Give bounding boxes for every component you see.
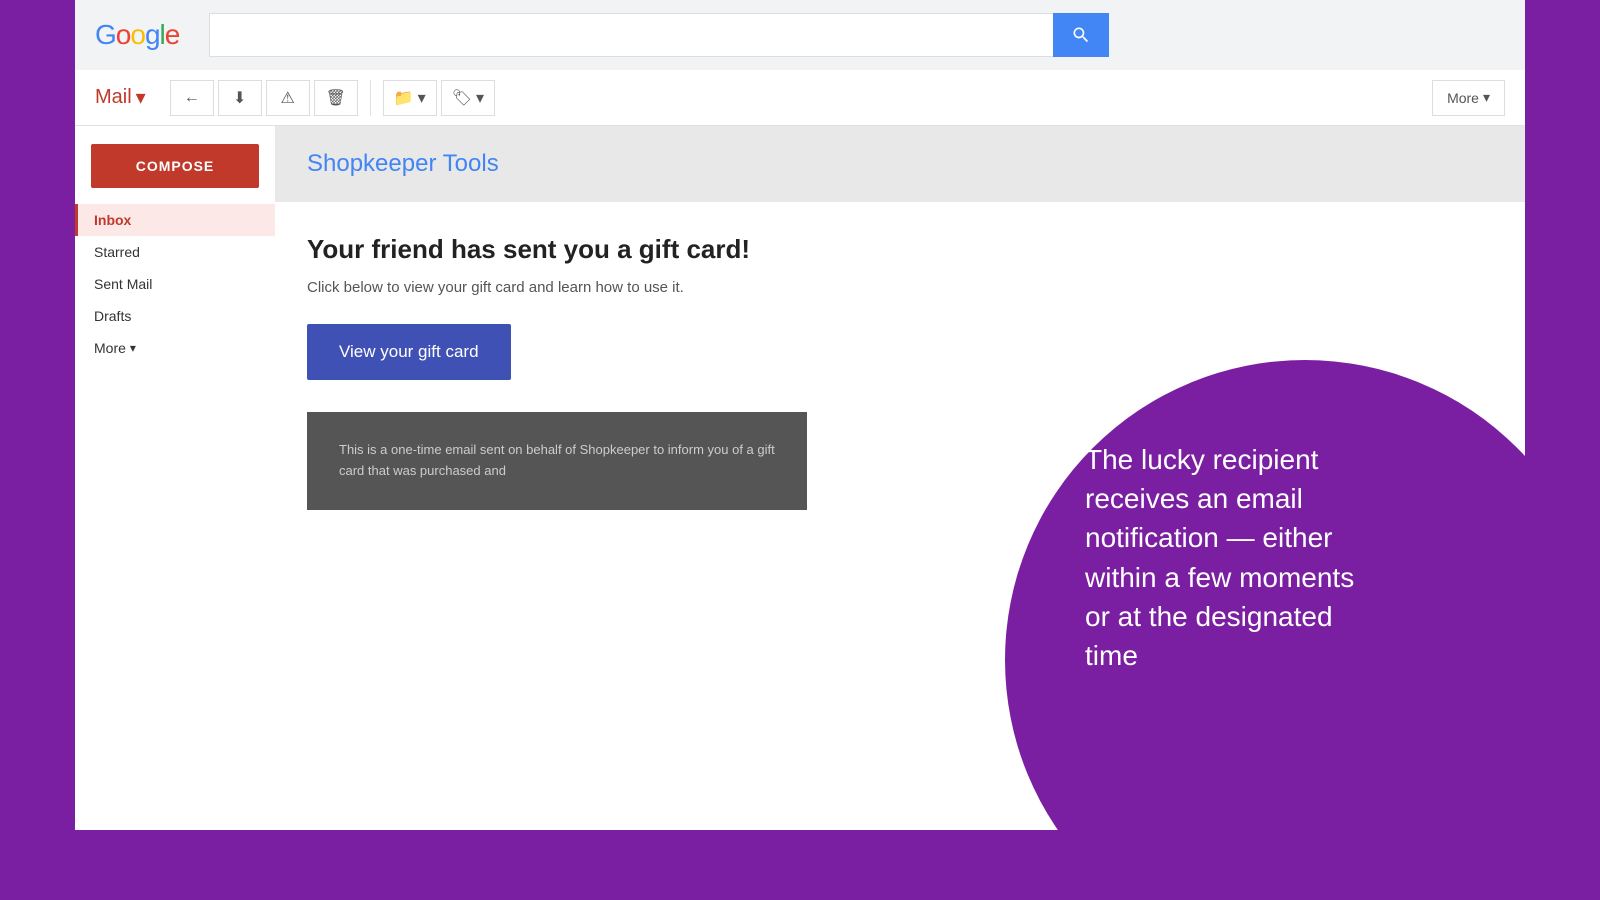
reply-button[interactable]: ← <box>170 80 214 116</box>
logo-g: G <box>95 19 116 51</box>
overlay-text: The lucky recipient receives an email no… <box>1085 440 1365 675</box>
email-sender: Shopkeeper Tools <box>307 150 1493 178</box>
mail-dropdown-icon: ▾ <box>136 85 146 110</box>
logo-o1: o <box>116 19 131 51</box>
label-button[interactable]: 🏷 ▾ <box>441 80 495 116</box>
sidebar-item-sent[interactable]: Sent Mail <box>75 268 275 300</box>
sidebar-item-inbox[interactable]: Inbox <box>75 204 275 236</box>
gmail-frame: Google Mail ▾ ← ⬇ ⚠ 🗑 <box>75 0 1525 830</box>
folder-icon: 📁 <box>394 88 414 108</box>
sidebar-item-starred[interactable]: Starred <box>75 236 275 268</box>
toolbar-divider <box>370 80 371 116</box>
mail-text: Mail <box>95 86 132 109</box>
spam-icon: ⚠ <box>281 88 295 108</box>
purple-bottom-strip <box>0 830 1600 900</box>
more-nav-arrow: ▾ <box>130 341 136 355</box>
mail-label[interactable]: Mail ▾ <box>95 85 146 110</box>
inbox-label: Inbox <box>94 212 131 228</box>
email-header-bar: Shopkeeper Tools <box>275 126 1525 202</box>
search-icon <box>1071 25 1091 45</box>
archive-button[interactable]: ⬇ <box>218 80 262 116</box>
search-input[interactable] <box>209 13 1053 57</box>
logo-g2: g <box>145 19 160 51</box>
folder-dropdown-icon: ▾ <box>418 88 426 108</box>
purple-right-strip <box>1525 0 1600 900</box>
compose-button[interactable]: COMPOSE <box>91 144 259 188</box>
main-layout: COMPOSE Inbox Starred Sent Mail Drafts M… <box>75 126 1525 830</box>
email-title: Your friend has sent you a gift card! <box>307 234 1493 265</box>
more-dropdown-icon: ▾ <box>1483 89 1490 106</box>
label-dropdown-icon: ▾ <box>476 88 484 108</box>
delete-icon: 🗑 <box>326 88 346 108</box>
search-bar-wrapper <box>209 13 1109 57</box>
reply-icon: ← <box>184 89 200 107</box>
more-button[interactable]: More ▾ <box>1432 80 1505 116</box>
toolbar-row: Mail ▾ ← ⬇ ⚠ 🗑 📁 ▾ 🏷 ▾ More ▾ <box>75 70 1525 126</box>
sidebar-item-drafts[interactable]: Drafts <box>75 300 275 332</box>
sidebar-item-more[interactable]: More ▾ <box>75 332 275 364</box>
label-icon: 🏷 <box>452 88 472 108</box>
more-nav-label: More <box>94 340 126 356</box>
email-footer: This is a one-time email sent on behalf … <box>307 412 807 510</box>
drafts-label: Drafts <box>94 308 131 324</box>
spam-button[interactable]: ⚠ <box>266 80 310 116</box>
google-logo: Google <box>95 19 179 51</box>
sent-label: Sent Mail <box>94 276 152 292</box>
email-content: Shopkeeper Tools Your friend has sent yo… <box>275 126 1525 830</box>
logo-e: e <box>165 19 180 51</box>
delete-button[interactable]: 🗑 <box>314 80 358 116</box>
email-subtitle: Click below to view your gift card and l… <box>307 279 1493 296</box>
logo-o2: o <box>130 19 145 51</box>
starred-label: Starred <box>94 244 140 260</box>
folder-button[interactable]: 📁 ▾ <box>383 80 437 116</box>
more-label: More <box>1447 90 1479 106</box>
purple-left-strip <box>0 0 75 900</box>
search-button[interactable] <box>1053 13 1109 57</box>
sidebar: COMPOSE Inbox Starred Sent Mail Drafts M… <box>75 126 275 830</box>
archive-icon: ⬇ <box>233 88 246 108</box>
view-gift-card-button[interactable]: View your gift card <box>307 324 511 380</box>
email-footer-text: This is a one-time email sent on behalf … <box>339 442 775 478</box>
top-bar: Google <box>75 0 1525 70</box>
